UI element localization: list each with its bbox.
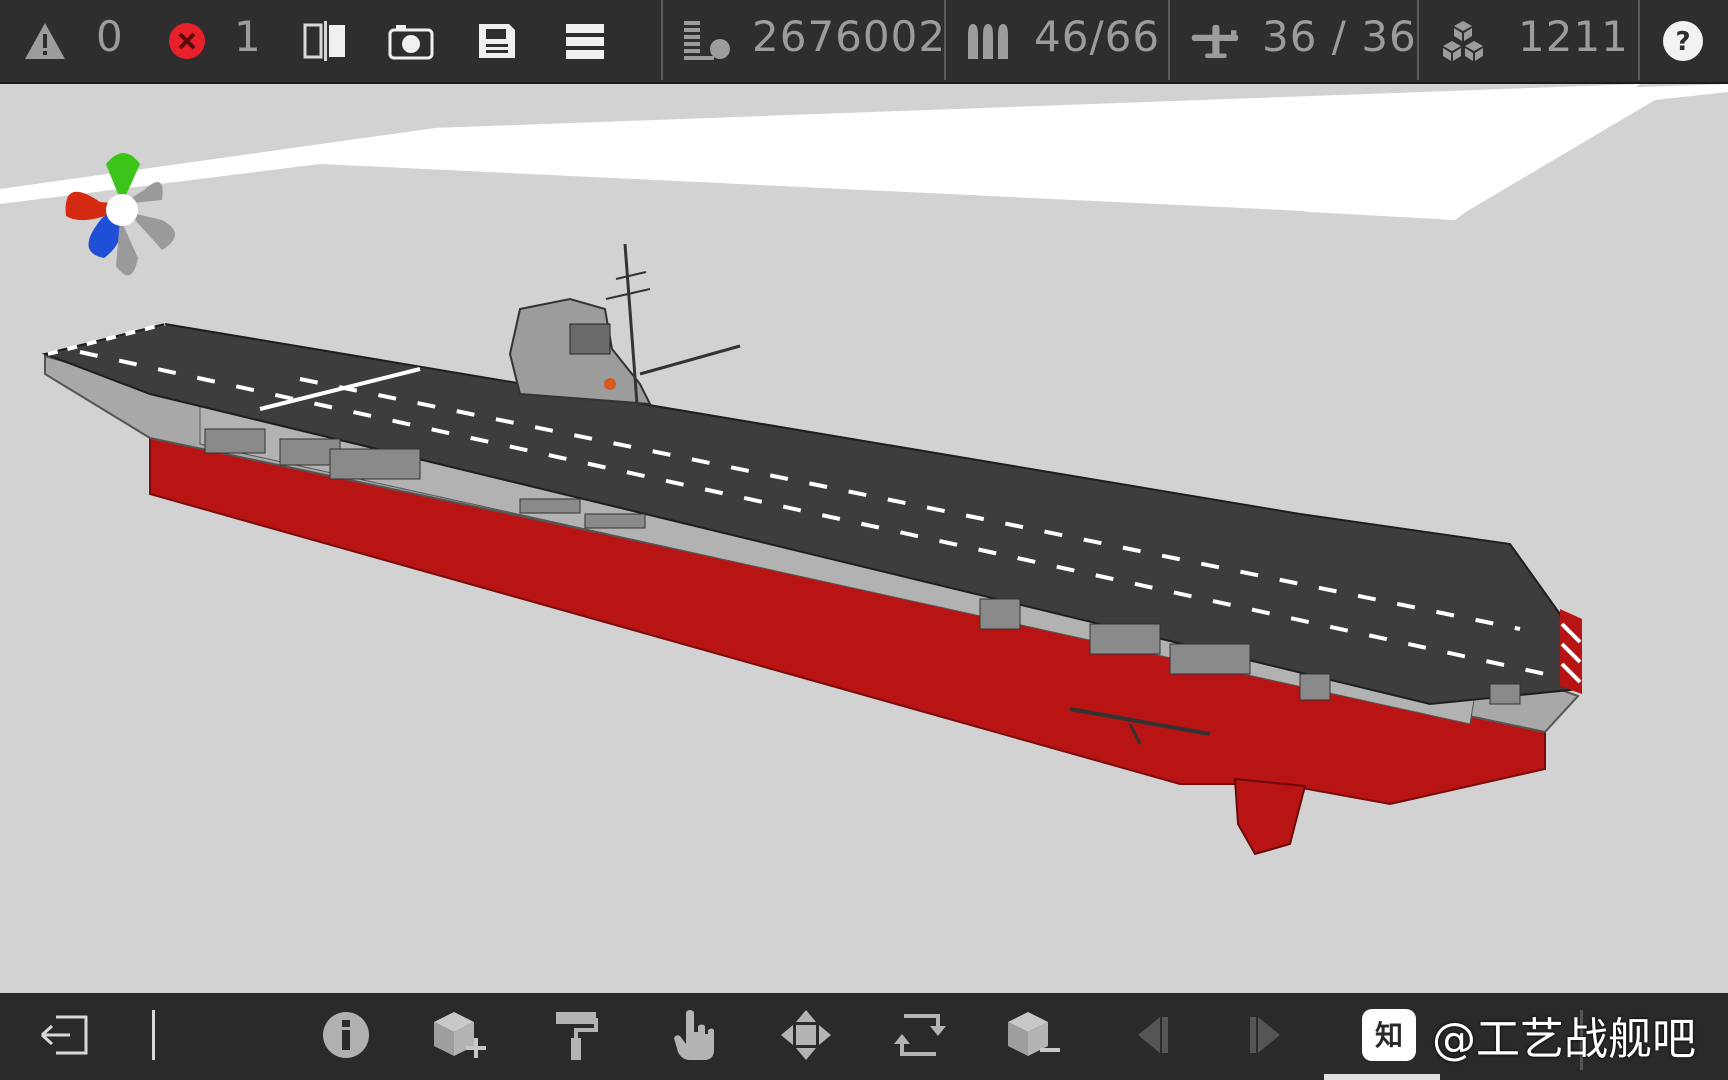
displacement-value: 2676002 xyxy=(752,12,947,61)
airplane-icon xyxy=(1190,16,1240,66)
select-button[interactable] xyxy=(662,1003,726,1067)
exit-button[interactable] xyxy=(32,1003,96,1067)
blocks-icon xyxy=(1438,16,1488,66)
error-count: 1 xyxy=(234,12,262,61)
error-icon[interactable] xyxy=(162,16,212,66)
svg-text:知: 知 xyxy=(1375,1019,1403,1052)
ammo-value: 46/66 xyxy=(1034,12,1161,61)
separator xyxy=(152,1010,155,1060)
top-status-bar: 0 1 2676002 46/66 36 / 36 1211 ? xyxy=(0,0,1728,84)
hand-pointer-icon xyxy=(674,1010,714,1060)
separator xyxy=(661,0,663,80)
help-icon: ? xyxy=(1675,27,1690,57)
zhihu-logo: 知 xyxy=(1362,1009,1416,1061)
add-part-icon xyxy=(434,1012,486,1058)
separator xyxy=(1638,0,1640,80)
watermark-text: @工艺战舰吧 xyxy=(1432,1014,1696,1065)
active-indicator xyxy=(1324,1074,1440,1080)
save-icon[interactable] xyxy=(472,16,522,66)
ship-model[interactable] xyxy=(41,243,1582,856)
next-icon xyxy=(1250,1017,1280,1053)
remove-part-icon xyxy=(1008,1012,1060,1056)
info-button[interactable] xyxy=(314,1003,378,1067)
watermark: 知 @工艺战舰吧 xyxy=(1360,1005,1696,1065)
camera-icon[interactable] xyxy=(386,16,436,66)
separator xyxy=(944,0,946,80)
menu-icon[interactable] xyxy=(560,16,610,66)
move-arrows-icon xyxy=(781,1010,831,1060)
rotate-button[interactable] xyxy=(888,1003,952,1067)
paint-button[interactable] xyxy=(544,1003,608,1067)
parts-count: 1211 xyxy=(1518,12,1629,61)
mirror-icon[interactable] xyxy=(300,16,350,66)
ammo-icon xyxy=(964,16,1014,66)
paint-roller-icon xyxy=(556,1012,598,1060)
rotate-icon xyxy=(894,1014,946,1056)
info-icon xyxy=(323,1012,369,1058)
help-button[interactable]: ? xyxy=(1658,16,1708,66)
aircraft-value: 36 / 36 xyxy=(1262,12,1417,61)
remove-part-button[interactable] xyxy=(1002,1003,1066,1067)
prev-icon xyxy=(1138,1017,1168,1053)
add-part-button[interactable] xyxy=(428,1003,492,1067)
warning-icon[interactable] xyxy=(20,16,70,66)
weight-icon xyxy=(682,16,732,66)
scene xyxy=(0,84,1728,856)
prev-button[interactable] xyxy=(1120,1003,1184,1067)
separator xyxy=(1168,0,1170,80)
next-button[interactable] xyxy=(1234,1003,1298,1067)
warning-count: 0 xyxy=(96,12,124,61)
separator xyxy=(1417,0,1419,80)
3d-viewport[interactable] xyxy=(0,84,1728,993)
move-button[interactable] xyxy=(774,1003,838,1067)
exit-icon xyxy=(40,1015,88,1055)
